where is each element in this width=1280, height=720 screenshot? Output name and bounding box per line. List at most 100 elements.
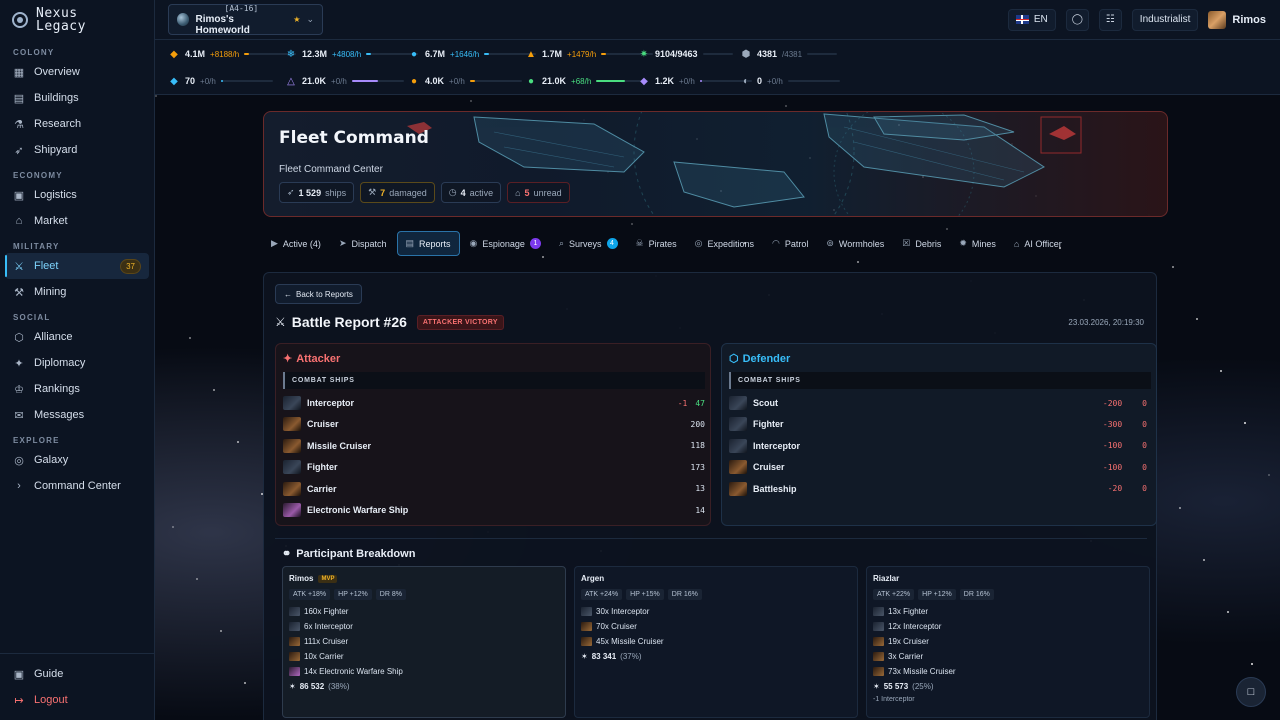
- resource-item[interactable]: ● 4.0K +0/h: [408, 74, 522, 88]
- report-timestamp: 23.03.2026, 20:19:30: [1068, 318, 1144, 327]
- stat-chip-unread[interactable]: ⌂ 5 unread: [507, 182, 570, 203]
- arrow-left-icon: ←: [284, 289, 292, 299]
- tab-surveys[interactable]: ⌕ Surveys 4: [551, 231, 626, 256]
- mineral-icon: ●: [410, 75, 418, 87]
- rocket-icon: ➶: [287, 187, 295, 197]
- ship-count: 118: [690, 441, 705, 451]
- sidebar-item-command-center[interactable]: › Command Center: [5, 473, 149, 499]
- cart-button[interactable]: ☷: [1098, 8, 1122, 31]
- resource-item[interactable]: ◆ 1.2K +0/h: [638, 74, 752, 88]
- tab-espionage[interactable]: ◉ Espionage 1: [462, 231, 549, 256]
- uk-flag-icon: [1015, 15, 1029, 24]
- sidebar-item-label: Fleet: [34, 260, 59, 272]
- chat-button[interactable]: □: [1236, 677, 1266, 707]
- tab-mines[interactable]: ✹ Mines: [951, 231, 1004, 256]
- resource-rate: +68/h: [571, 76, 592, 86]
- star-dot: [1227, 611, 1229, 613]
- notifications-button[interactable]: ◯: [1065, 8, 1089, 31]
- handshake-icon: ✦: [14, 357, 24, 370]
- star-dot: [244, 682, 246, 684]
- damage-dealt: ✶ 86 532 (38%): [289, 682, 559, 691]
- back-to-reports-button[interactable]: ← Back to Reports: [275, 284, 362, 304]
- sidebar-item-shipyard[interactable]: ➶ Shipyard: [5, 137, 149, 163]
- damage-dealt: ✶ 83 341 (37%): [581, 652, 851, 661]
- sidebar-item-alliance[interactable]: ⬡ Alliance: [5, 324, 149, 350]
- tab-wormholes[interactable]: ⊚ Wormholes: [818, 231, 892, 256]
- resource-item[interactable]: ◐ 0 +0/h: [740, 74, 840, 88]
- darkmatter-icon: ◐: [742, 75, 750, 87]
- ship-loss: -200: [1102, 398, 1123, 408]
- ship-thumbnail: [283, 481, 301, 496]
- stat-tag: HP +12%: [334, 589, 372, 600]
- tab-active-4[interactable]: ▶ Active (4): [263, 231, 329, 256]
- stat-chip-ships[interactable]: ➶ 1 529 ships: [279, 182, 355, 203]
- sidebar-item-mining[interactable]: ⚒ Mining: [5, 279, 149, 305]
- stat-tag: HP +12%: [918, 589, 956, 600]
- sidebar-item-label: Galaxy: [34, 454, 69, 466]
- sidebar-item-market[interactable]: ⌂ Market: [5, 208, 149, 234]
- sidebar-item-guide[interactable]: ▣ Guide: [5, 661, 150, 687]
- resource-item[interactable]: ◆ 4.1M +8188/h: [168, 47, 297, 61]
- sidebar-item-galaxy[interactable]: ◎ Galaxy: [5, 447, 149, 473]
- trophy-icon: ♔: [14, 383, 24, 396]
- participant-header: Rimos MVP: [289, 574, 559, 583]
- sidebar-item-overview[interactable]: ▦ Overview: [5, 59, 149, 85]
- sidebar-item-label: Command Center: [34, 480, 121, 492]
- resource-value: 21.0K: [542, 76, 567, 86]
- tab-pirates[interactable]: ☠ Pirates: [628, 231, 685, 256]
- sidebar-item-fleet[interactable]: ⚔ Fleet 37: [5, 253, 149, 279]
- compass-icon: ◎: [694, 238, 703, 248]
- tab-dispatch[interactable]: ➤ Dispatch: [331, 231, 395, 256]
- sidebar-item-messages[interactable]: ✉ Messages: [5, 402, 149, 428]
- resource-item[interactable]: ● 6.7M +1646/h: [408, 47, 537, 61]
- resource-item[interactable]: ⬢ 4381/4381: [740, 47, 838, 61]
- resource-rate: +8188/h: [210, 49, 240, 59]
- search-icon: ⌕: [558, 238, 564, 248]
- sidebar-item-logistics[interactable]: ▣ Logistics: [5, 182, 149, 208]
- resource-item[interactable]: ❄ 12.3M +4808/h: [285, 47, 419, 61]
- play-icon: ▶: [271, 238, 278, 248]
- sidebar-item-label: Buildings: [34, 92, 79, 104]
- sidebar-item-research[interactable]: ⚗ Research: [5, 111, 149, 137]
- resource-item[interactable]: △ 21.0K +0/h: [285, 74, 404, 88]
- sidebar-item-logout[interactable]: ↦ Logout: [5, 687, 150, 713]
- tab-patrol[interactable]: ◠ Patrol: [764, 231, 816, 256]
- participant-ship: 45x Missile Cruiser: [581, 634, 851, 649]
- sidebar-item-diplomacy[interactable]: ✦ Diplomacy: [5, 350, 149, 376]
- tab-reports[interactable]: ▤ Reports: [396, 231, 460, 256]
- sidebar-item-rankings[interactable]: ♔ Rankings: [5, 376, 149, 402]
- stat-chip-damaged[interactable]: ⚒ 7 damaged: [360, 182, 435, 203]
- star-dot: [1196, 318, 1198, 320]
- ice-icon: ◆: [170, 75, 178, 87]
- ship-change: -1 47: [678, 397, 705, 409]
- ship-loss: -100: [1102, 441, 1123, 451]
- tab-label: AI Officer: [1024, 238, 1062, 249]
- participant-ship: 19x Cruiser: [873, 634, 1143, 649]
- user-menu[interactable]: Rimos: [1208, 10, 1266, 29]
- resource-item[interactable]: ▲ 1.7M +1479/h: [525, 47, 654, 61]
- participant-ship-label: 13x Fighter: [888, 607, 929, 616]
- language-selector[interactable]: EN: [1007, 8, 1056, 31]
- ship-count: 13: [695, 484, 705, 494]
- star-dot: [220, 630, 222, 632]
- stat-tag: DR 16%: [667, 589, 702, 600]
- participant-ship: 3x Carrier: [873, 649, 1143, 664]
- tab-debris[interactable]: ☒ Debris: [894, 231, 949, 256]
- fleet-tabs: ▶ Active (4) ➤ Dispatch ▤ Reports ◉ Espionage 1 ⌕…: [263, 231, 1156, 258]
- ship-thumbnail: [283, 438, 301, 453]
- battle-report-panel: ← Back to Reports ⚔ Battle Report #26 AT…: [263, 272, 1157, 720]
- planet-selector[interactable]: [A4-16] Rimos's Homeworld ★ ⌄: [168, 4, 323, 36]
- ship-thumbnail: [729, 417, 747, 432]
- resource-item[interactable]: ◆ 70 +0/h: [168, 74, 273, 88]
- book-icon: ▣: [13, 668, 25, 681]
- logo[interactable]: Nexus Legacy: [0, 0, 154, 40]
- tab-ai-officer[interactable]: ⌂ AI Officer: [1006, 231, 1070, 256]
- resource-item[interactable]: ✷ 9104/9463: [638, 47, 733, 61]
- star-dot: [470, 100, 472, 102]
- resource-item[interactable]: ● 21.0K +68/h: [525, 74, 649, 88]
- sidebar-item-buildings[interactable]: ▤ Buildings: [5, 85, 149, 111]
- tab-expeditions[interactable]: ◎ Expeditions: [687, 231, 762, 256]
- role-badge[interactable]: Industrialist: [1131, 8, 1199, 31]
- stat-chip-active[interactable]: ◷ 4 active: [440, 182, 502, 203]
- star-dot: [1251, 663, 1253, 665]
